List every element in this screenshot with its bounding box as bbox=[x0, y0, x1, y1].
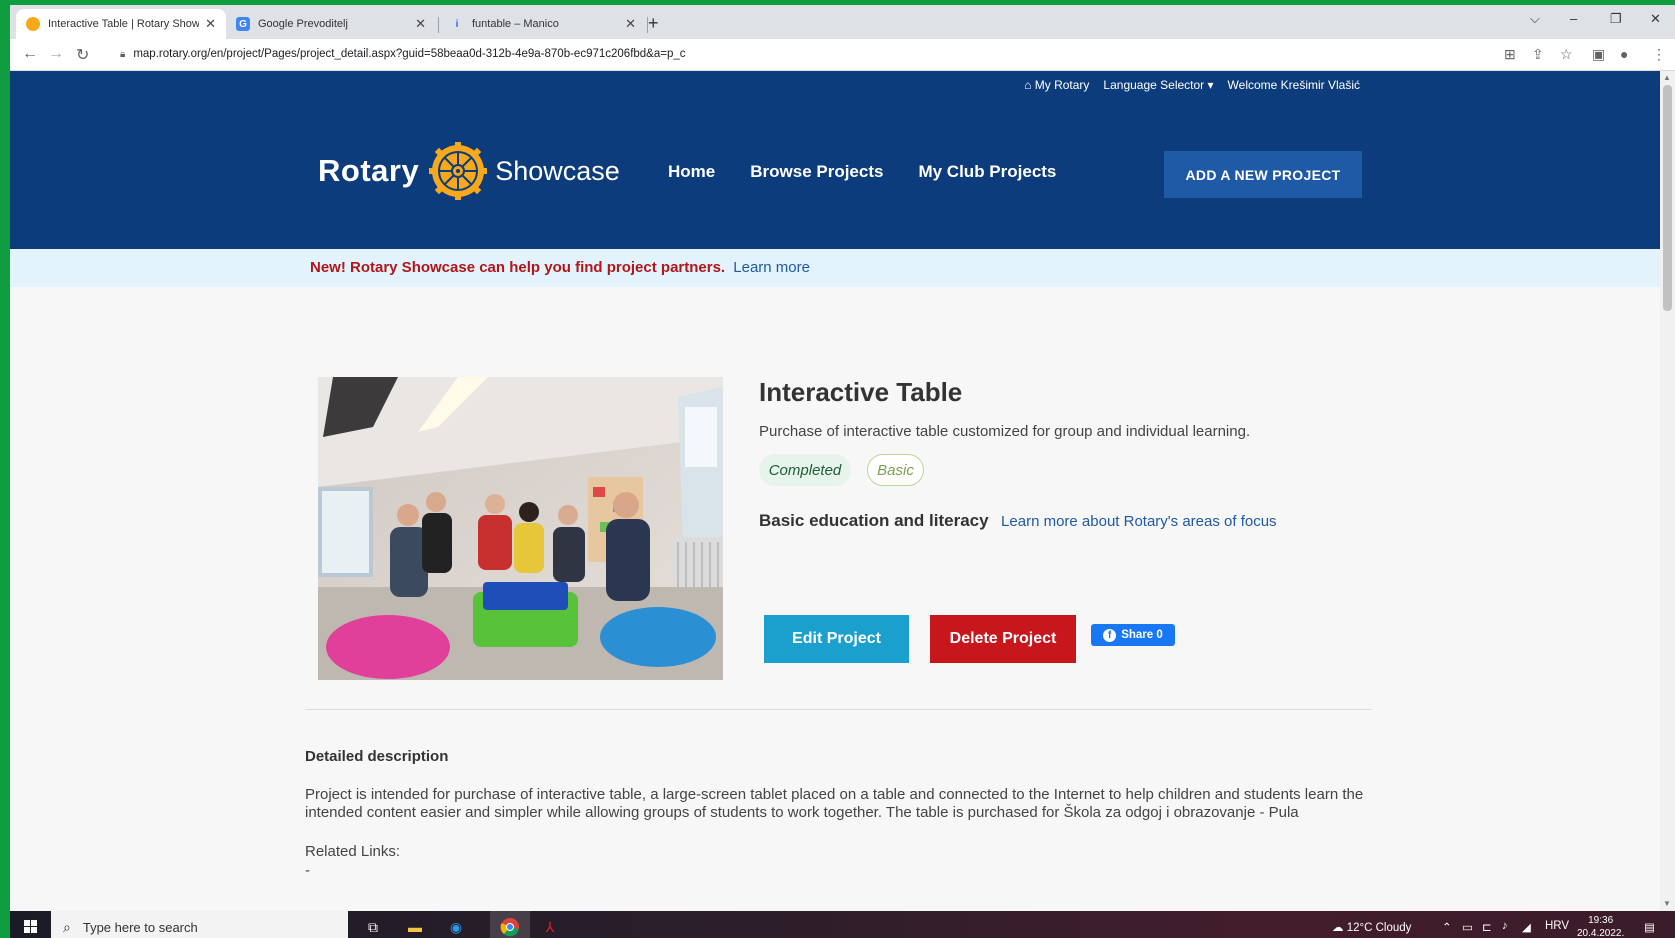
windows-start-icon[interactable] bbox=[24, 920, 38, 934]
notification-icon[interactable]: ▤ bbox=[1644, 920, 1655, 934]
utility-bar: ⌂ My Rotary Language Selector ▾ Welcome … bbox=[10, 71, 1660, 100]
scroll-down-icon[interactable]: ▼ bbox=[1663, 899, 1671, 908]
scrollbar-thumb[interactable] bbox=[1663, 85, 1672, 311]
file-explorer-icon[interactable]: ▬ bbox=[403, 915, 427, 938]
status-badge: Completed bbox=[759, 454, 851, 486]
reload-icon[interactable]: ↻ bbox=[76, 45, 89, 65]
url-field[interactable]: 🔒︎ map.rotary.org/en/project/Pages/projec… bbox=[120, 48, 686, 60]
project-title: Interactive Table bbox=[759, 377, 963, 407]
banner-message: New! Rotary Showcase can help you find p… bbox=[310, 259, 726, 276]
close-window-icon[interactable]: ✕ bbox=[1650, 11, 1661, 27]
add-new-project-button[interactable]: ADD A NEW PROJECT bbox=[1164, 151, 1362, 198]
related-links-label: Related Links: bbox=[305, 843, 401, 860]
share-icon[interactable]: ⇪ bbox=[1532, 46, 1544, 63]
minimize-icon[interactable]: – bbox=[1570, 11, 1577, 26]
back-icon[interactable]: ← bbox=[22, 45, 38, 63]
tab-search-chevron-icon[interactable]: ⌵ bbox=[1530, 11, 1540, 27]
close-tab-icon[interactable]: ✕ bbox=[205, 16, 216, 32]
facebook-icon: f bbox=[1103, 628, 1117, 642]
rotary-wheel-icon bbox=[429, 142, 488, 200]
facebook-share-button[interactable]: f Share 0 bbox=[1091, 624, 1175, 646]
announcement-banner: New! Rotary Showcase can help you find p… bbox=[10, 249, 1660, 287]
volume-icon[interactable]: ♪ bbox=[1502, 920, 1508, 932]
rotary-favicon-icon bbox=[26, 17, 40, 31]
edit-project-button[interactable]: Edit Project bbox=[764, 615, 909, 663]
delete-project-button[interactable]: Delete Project bbox=[930, 615, 1076, 663]
forward-icon[interactable]: → bbox=[48, 45, 64, 63]
edge-icon[interactable]: ◉ bbox=[444, 915, 468, 938]
site-header: Rotary Showcase Home Browse Projects My … bbox=[10, 100, 1660, 249]
page-viewport: ⌂ My Rotary Language Selector ▾ Welcome … bbox=[10, 71, 1660, 911]
project-summary: Purchase of interactive table customized… bbox=[759, 423, 1251, 440]
project-photo bbox=[318, 377, 723, 680]
home-icon: ⌂ bbox=[1024, 78, 1035, 92]
new-tab-icon[interactable]: + bbox=[648, 13, 659, 34]
system-clock[interactable]: 19:36 20.4.2022. bbox=[1577, 914, 1624, 938]
detailed-description-text: Project is intended for purchase of inte… bbox=[305, 786, 1364, 821]
related-links-value: - bbox=[305, 862, 310, 879]
section-divider bbox=[305, 709, 1372, 710]
browser-window: Interactive Table | Rotary Showca ✕ G Go… bbox=[10, 5, 1675, 938]
detailed-description-heading: Detailed description bbox=[305, 748, 449, 765]
nav-my-club-projects[interactable]: My Club Projects bbox=[918, 162, 1056, 182]
close-tab-icon[interactable]: ✕ bbox=[415, 16, 426, 32]
windows-taskbar: ⌕ Type here to search ⧉ ▬ ◉ ⅄ ☁ 12°C Clo… bbox=[10, 911, 1675, 938]
tab-google-translate[interactable]: G Google Prevoditelj ✕ bbox=[226, 9, 436, 39]
area-of-focus: Basic education and literacy Learn more … bbox=[759, 511, 1277, 531]
rotary-showcase-logo[interactable]: Rotary Showcase bbox=[318, 142, 620, 200]
page-scrollbar[interactable]: ▲ ▼ bbox=[1660, 71, 1675, 911]
banner-learn-more-link[interactable]: Learn more bbox=[733, 259, 810, 276]
tab-funtable[interactable]: i funtable – Manico ✕ bbox=[440, 9, 646, 39]
weather-widget[interactable]: ☁ 12°C Cloudy bbox=[1332, 920, 1411, 934]
bookmark-star-icon[interactable]: ☆ bbox=[1560, 46, 1573, 63]
profile-avatar-icon[interactable]: ● bbox=[1620, 46, 1628, 62]
area-of-focus-label: Basic education and literacy bbox=[759, 511, 989, 530]
translate-icon[interactable]: ⊞ bbox=[1504, 46, 1516, 63]
browser-menu-icon[interactable]: ⋮ bbox=[1652, 46, 1666, 63]
close-tab-icon[interactable]: ✕ bbox=[625, 16, 636, 32]
language-selector[interactable]: Language Selector ▾ bbox=[1103, 78, 1213, 92]
my-rotary-link[interactable]: ⌂ My Rotary bbox=[1024, 78, 1089, 92]
task-view-icon[interactable]: ⧉ bbox=[361, 915, 385, 938]
nav-home[interactable]: Home bbox=[668, 162, 715, 182]
network-icon[interactable]: ⊏ bbox=[1482, 920, 1492, 934]
lock-icon: 🔒︎ bbox=[120, 49, 126, 60]
level-badge: Basic bbox=[867, 454, 924, 486]
areas-of-focus-link[interactable]: Learn more about Rotary's areas of focus bbox=[1001, 513, 1277, 530]
input-language[interactable]: HRV bbox=[1545, 920, 1569, 932]
main-nav: Home Browse Projects My Club Projects bbox=[668, 162, 1056, 182]
tray-chevron-icon[interactable]: ⌃ bbox=[1442, 920, 1452, 934]
cloud-icon: ☁ bbox=[1332, 922, 1347, 934]
search-icon: ⌕ bbox=[63, 918, 71, 935]
info-favicon-icon: i bbox=[455, 18, 459, 30]
tab-rotary-showcase[interactable]: Interactive Table | Rotary Showca ✕ bbox=[16, 9, 226, 39]
tab-strip: Interactive Table | Rotary Showca ✕ G Go… bbox=[10, 5, 1675, 39]
scroll-up-icon[interactable]: ▲ bbox=[1663, 73, 1671, 82]
taskbar-search[interactable]: ⌕ Type here to search bbox=[51, 911, 348, 938]
acrobat-icon[interactable]: ⅄ bbox=[538, 915, 562, 938]
battery-icon[interactable]: ▭ bbox=[1462, 920, 1473, 934]
google-translate-favicon-icon: G bbox=[236, 17, 250, 31]
welcome-user[interactable]: Welcome Krešimir Vlašić bbox=[1228, 78, 1360, 92]
restore-icon[interactable]: ❐ bbox=[1610, 11, 1622, 27]
side-panel-icon[interactable]: ▣ bbox=[1592, 46, 1605, 63]
address-bar: ← → ↻ 🔒︎ map.rotary.org/en/project/Pages/… bbox=[10, 39, 1675, 71]
wifi-icon[interactable]: ◢ bbox=[1522, 920, 1531, 934]
chrome-icon[interactable] bbox=[498, 915, 522, 938]
nav-browse-projects[interactable]: Browse Projects bbox=[750, 162, 883, 182]
